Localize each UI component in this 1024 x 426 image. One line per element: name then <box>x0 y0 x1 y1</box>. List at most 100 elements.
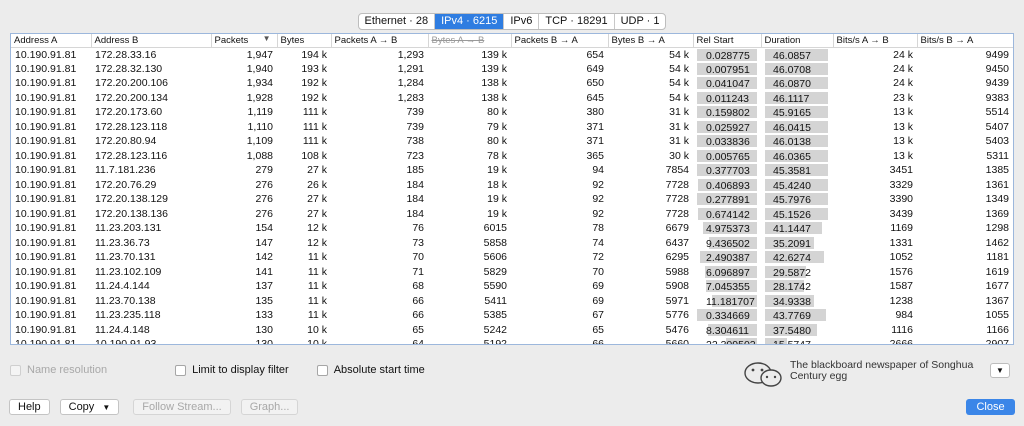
cell-bytes-a-b: 138 k <box>481 77 507 90</box>
cell-address-a: 10.190.91.81 <box>15 164 77 177</box>
table-row[interactable]: 10.190.91.81 172.20.80.94 1,109 111 k 738 80 … <box>11 134 1013 149</box>
column-header-duration[interactable]: Duration <box>761 34 834 48</box>
tab-ethernet[interactable]: Ethernet · 28 <box>359 14 436 29</box>
timeline-bar: 6.096897 <box>697 265 757 279</box>
limit-display-filter-checkbox[interactable]: Limit to display filter <box>175 364 289 376</box>
duration-value: 46.0857 <box>773 49 811 62</box>
cell-bytes-a-b: 6015 <box>483 222 507 235</box>
duration-value: 45.1526 <box>773 208 811 221</box>
tab-ipv6[interactable]: IPv6 <box>504 14 540 29</box>
rel-start-value: 22.309502 <box>697 339 756 344</box>
name-resolution-checkbox[interactable]: Name resolution <box>10 364 107 376</box>
table-row[interactable]: 10.190.91.81 172.20.200.106 1,934 192 k 1,28… <box>11 76 1013 91</box>
graph-button[interactable]: Graph... <box>240 399 299 415</box>
table-row[interactable]: 10.190.91.81 10.190.91.93 130 10 k 64 5192 66 5… <box>11 337 1013 345</box>
cell-rel-start: 0.025927 <box>693 120 761 135</box>
close-button[interactable]: Close <box>966 399 1015 415</box>
table-row[interactable]: 10.190.91.81 11.23.70.131 142 11 k 70 5606 72 6… <box>11 250 1013 265</box>
table-row[interactable]: 10.190.91.81 11.23.235.118 133 11 k 66 5385 67… <box>11 308 1013 323</box>
rel-start-value: 0.334669 <box>706 310 750 323</box>
follow-stream-button[interactable]: Follow Stream... <box>133 399 231 415</box>
column-header-bytes-a-b[interactable]: Bytes A → B <box>428 34 512 48</box>
cell-bytes: 194 k <box>301 48 327 61</box>
cell-packets-b-a: 650 <box>586 77 604 90</box>
table-row[interactable]: 10.190.91.81 172.28.123.116 1,088 108 k 723 7… <box>11 149 1013 164</box>
column-header-bits-a-b[interactable]: Bits/s A → B <box>833 34 918 48</box>
tab-ipv4[interactable]: IPv4 · 6215 <box>435 14 505 29</box>
cell-address-a: 10.190.91.81 <box>15 222 77 235</box>
table-row[interactable]: 10.190.91.81 11.23.203.131 154 12 k 76 6015 78… <box>11 221 1013 236</box>
cell-address-b: 11.23.70.138 <box>95 294 156 307</box>
column-header-bytes-b-a[interactable]: Bytes B → A <box>608 34 694 48</box>
copy-button[interactable]: Copy ▼ <box>59 399 120 415</box>
table-row[interactable]: 10.190.91.81 172.20.138.129 276 27 k 184 19 k… <box>11 192 1013 207</box>
duration-value: 45.4240 <box>773 179 811 192</box>
cell-packets-a-b: 723 <box>406 149 424 162</box>
table-row[interactable]: 10.190.91.81 172.20.200.134 1,928 192 k 1,28… <box>11 91 1013 106</box>
cell-bytes-b-a: 54 k <box>669 91 689 104</box>
wechat-logo-icon <box>744 362 782 387</box>
table-row[interactable]: 10.190.91.81 11.24.4.148 130 10 k 65 5242 65 54… <box>11 323 1013 338</box>
table-row[interactable]: 10.190.91.81 172.20.138.136 276 27 k 184 19 k… <box>11 207 1013 222</box>
column-header-rel-start[interactable]: Rel Start <box>693 34 762 48</box>
cell-address-b: 172.20.200.134 <box>95 91 168 104</box>
cell-bytes-a-b: 5192 <box>483 338 507 345</box>
absolute-start-time-label: Absolute start time <box>333 364 425 376</box>
cell-bytes-a-b: 78 k <box>487 149 507 162</box>
cell-packets-b-a: 371 <box>586 120 604 133</box>
cell-packets-a-b: 1,293 <box>397 48 424 61</box>
cell-bits-a-b: 24 k <box>893 48 913 61</box>
column-header-bits-b-a[interactable]: Bits/s B → A <box>917 34 1013 48</box>
cell-bits-a-b: 2666 <box>889 338 913 345</box>
cell-bytes-a-b: 5411 <box>484 294 507 307</box>
cell-bytes-b-a: 5476 <box>665 323 689 336</box>
tab-bar: Ethernet · 28 IPv4 · 6215 IPv6 TCP · 182… <box>357 13 667 30</box>
cell-duration: 34.9338 <box>761 294 833 309</box>
table-row[interactable]: 10.190.91.81 172.20.76.29 276 26 k 184 18 k 92… <box>11 178 1013 193</box>
cell-rel-start: 2.490387 <box>693 250 761 265</box>
column-header-address-a[interactable]: Address A <box>11 34 92 48</box>
cell-bytes: 26 k <box>307 178 327 191</box>
table-row[interactable]: 10.190.91.81 11.24.4.144 137 11 k 68 5590 69 59… <box>11 279 1013 294</box>
duration-value: 46.0708 <box>773 63 811 76</box>
checkbox-box <box>316 364 328 376</box>
timeline-bar: 0.159802 <box>697 106 757 119</box>
cell-packets: 154 <box>255 222 273 235</box>
cell-packets-a-b: 73 <box>412 236 424 249</box>
cell-packets-b-a: 654 <box>586 48 604 61</box>
rel-start-value: 0.025927 <box>706 121 750 134</box>
table-row[interactable]: 10.190.91.81 172.28.123.118 1,110 111 k 739 7… <box>11 120 1013 135</box>
cell-packets-a-b: 1,283 <box>397 91 424 104</box>
cell-duration: 46.0365 <box>761 149 833 164</box>
help-button[interactable]: Help <box>9 399 50 415</box>
tab-tcp[interactable]: TCP · 18291 <box>539 14 615 29</box>
absolute-start-time-checkbox[interactable]: Absolute start time <box>316 364 425 376</box>
chevron-down-icon[interactable]: ▼ <box>990 363 1010 378</box>
table-row[interactable]: 10.190.91.81 11.23.36.73 147 12 k 73 5858 74 64… <box>11 236 1013 251</box>
table-row[interactable]: 10.190.91.81 172.20.173.60 1,119 111 k 739 80… <box>11 105 1013 120</box>
column-header-packets-b-a[interactable]: Packets B → A <box>511 34 609 48</box>
copy-button-label: Copy <box>68 401 95 413</box>
tab-udp[interactable]: UDP · 1 <box>615 14 666 29</box>
table-row[interactable]: 10.190.91.81 11.23.70.138 135 11 k 66 5411 69 5… <box>11 294 1013 309</box>
cell-bits-b-a: 5311 <box>986 149 1009 162</box>
duration-bar: 15.5747 <box>765 338 829 344</box>
duration-bar: 45.3581 <box>765 164 829 177</box>
table-row[interactable]: 10.190.91.81 172.28.33.16 1,947 194 k 1,293 1… <box>11 47 1013 62</box>
column-header-bytes[interactable]: Bytes <box>277 34 332 48</box>
cell-rel-start: 0.005765 <box>693 149 761 164</box>
column-header-packets[interactable]: Packets ▼ <box>211 34 278 48</box>
column-header-address-b[interactable]: Address B <box>91 34 212 48</box>
cell-address-b: 172.28.33.16 <box>95 48 157 61</box>
column-header-packets-a-b[interactable]: Packets A → B <box>331 34 429 48</box>
conversations-table-frame: Address A Address B Packets ▼ Bytes Packe… <box>10 33 1014 345</box>
cell-bytes: 111 k <box>302 135 327 148</box>
table-row[interactable]: 10.190.91.81 11.23.102.109 141 11 k 71 5829 70… <box>11 265 1013 280</box>
cell-bits-b-a: 1367 <box>985 294 1009 307</box>
table-row[interactable]: 10.190.91.81 11.7.181.236 279 27 k 185 19 k 94… <box>11 163 1013 178</box>
rel-start-value: 11.181707 <box>706 295 755 308</box>
cell-bytes: 11 k <box>307 280 327 293</box>
cell-bits-b-a: 1369 <box>985 207 1009 220</box>
cell-bytes-b-a: 54 k <box>669 77 689 90</box>
table-row[interactable]: 10.190.91.81 172.28.32.130 1,940 193 k 1,291… <box>11 62 1013 77</box>
